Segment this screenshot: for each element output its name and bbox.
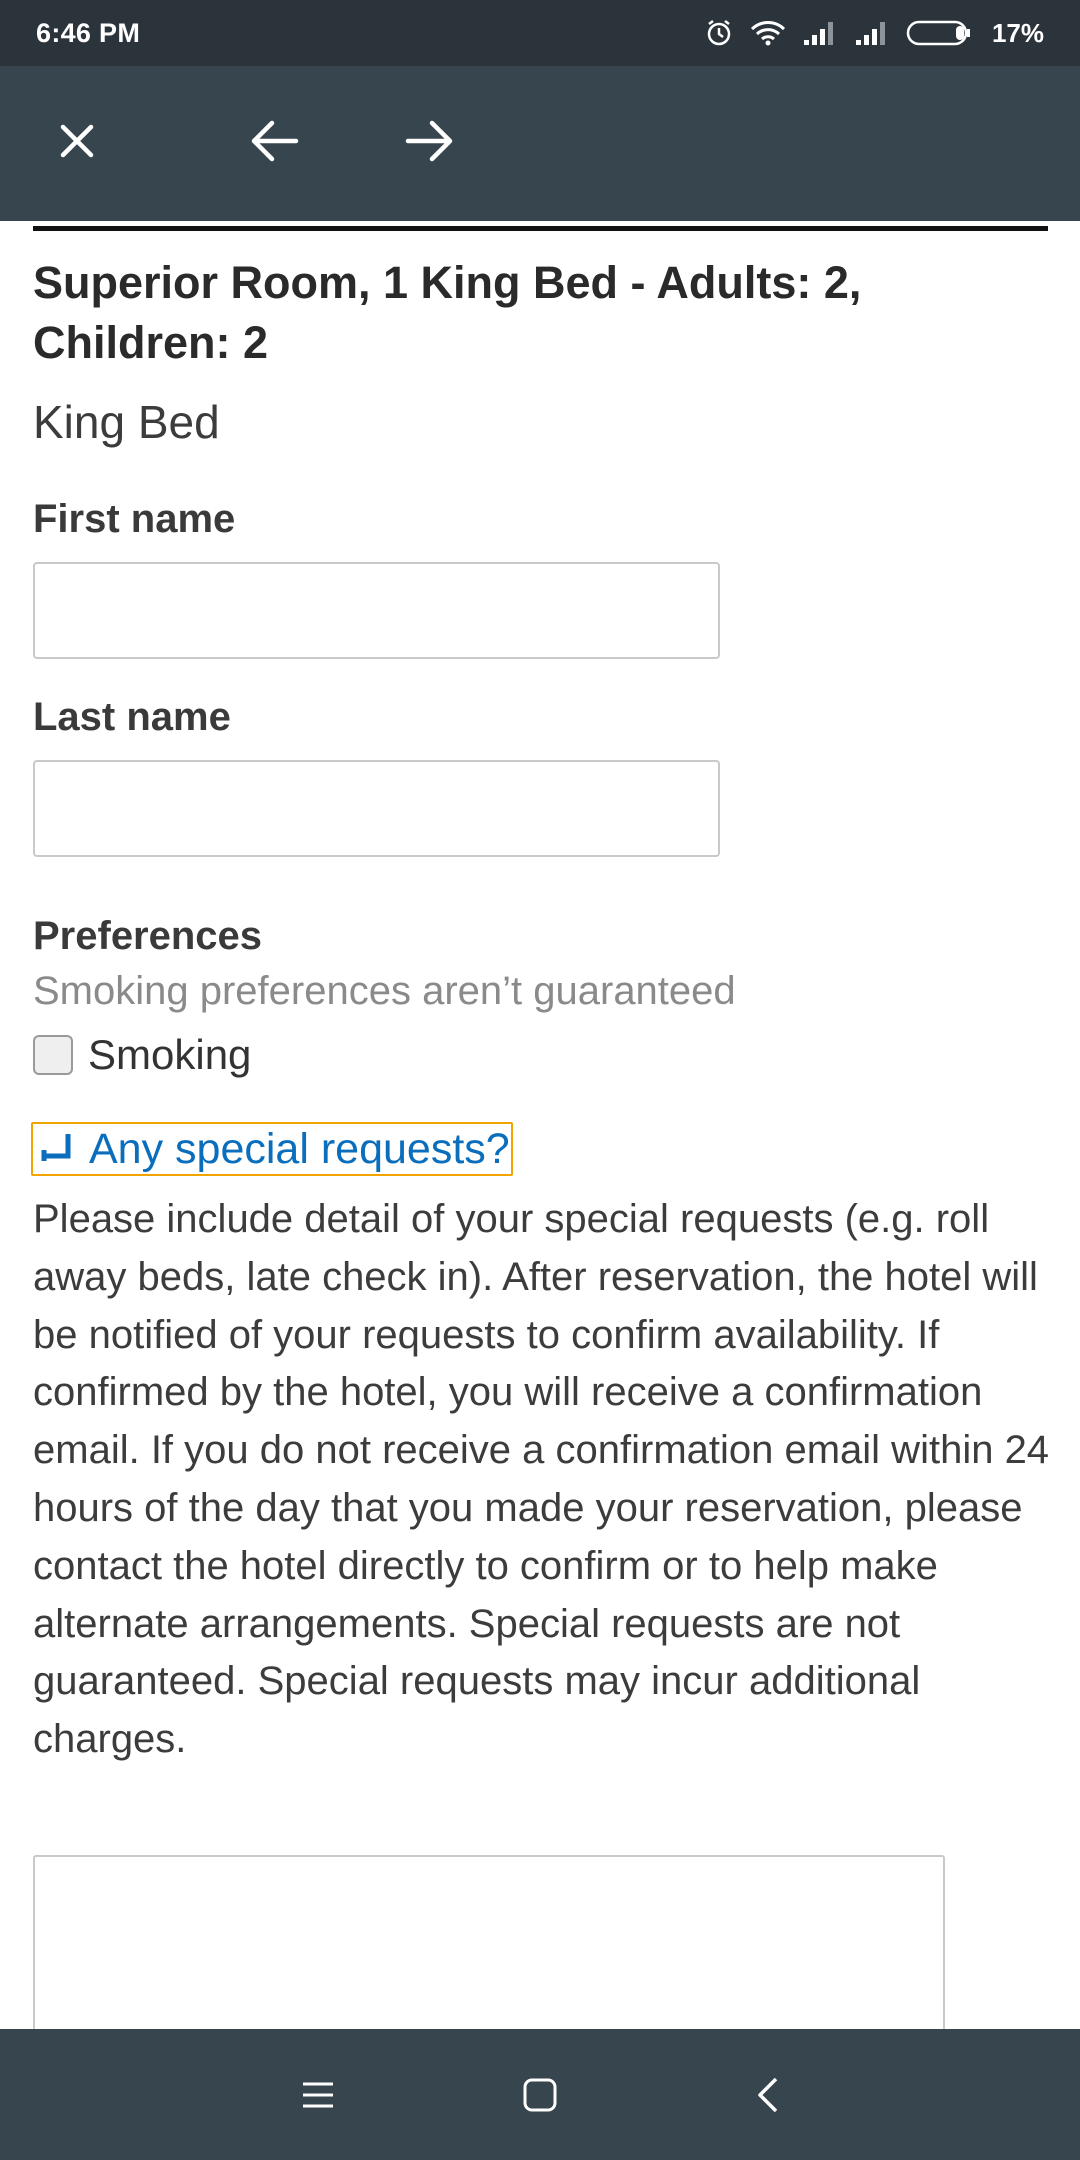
special-requests-link: Any special requests? (89, 1124, 510, 1173)
close-button[interactable] (41, 107, 113, 179)
preferences-label: Preferences (33, 914, 263, 958)
special-requests-toggle[interactable]: Any special requests? (31, 1122, 513, 1176)
back-chevron-icon (756, 2076, 780, 2119)
last-name-field[interactable] (33, 760, 720, 857)
system-back-button[interactable] (730, 2059, 806, 2135)
home-square-icon (522, 2077, 558, 2118)
first-name-label: First name (33, 497, 236, 541)
status-icons: 17% (704, 18, 1044, 49)
back-button[interactable] (239, 107, 311, 179)
forward-button[interactable] (393, 107, 465, 179)
special-requests-description: Please include detail of your special re… (33, 1197, 1050, 1762)
recent-apps-button[interactable] (280, 2059, 356, 2135)
bed-type: King Bed (33, 396, 220, 448)
arrow-left-icon (250, 119, 300, 168)
status-bar: 6:46 PM 17% (0, 0, 1080, 66)
battery-percent: 17% (991, 17, 1044, 48)
wifi-icon (750, 19, 786, 47)
close-icon (57, 121, 97, 166)
smoking-label: Smoking (88, 1031, 252, 1078)
arrow-right-icon (404, 119, 454, 168)
section-divider (33, 226, 1048, 231)
alarm-icon (704, 18, 734, 48)
room-title: Superior Room, 1 King Bed - Adults: 2, C… (33, 257, 862, 368)
smoking-checkbox[interactable] (33, 1035, 73, 1075)
home-button[interactable] (502, 2059, 578, 2135)
collapse-arrow-icon (41, 1130, 75, 1169)
smoking-option[interactable]: Smoking (33, 1031, 251, 1079)
preferences-note: Smoking preferences aren’t guaranteed (33, 969, 736, 1013)
system-nav-bar (0, 2029, 1080, 2160)
menu-icon (300, 2080, 336, 2115)
last-name-label: Last name (33, 695, 231, 739)
special-requests-field[interactable] (33, 1855, 945, 2055)
signal-icon (802, 20, 838, 46)
battery-icon (906, 19, 972, 47)
first-name-field[interactable] (33, 562, 720, 659)
status-time: 6:46 PM (36, 17, 141, 48)
signal-icon (854, 20, 890, 46)
browser-toolbar (0, 66, 1080, 221)
